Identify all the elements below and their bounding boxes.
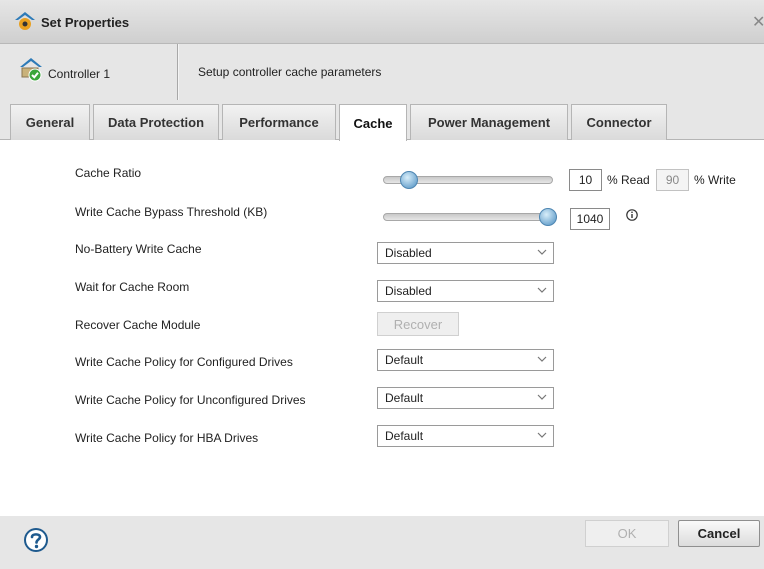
bypass-threshold-label: Write Cache Bypass Threshold (KB): [75, 205, 268, 219]
controller-gear-icon: [15, 12, 35, 30]
write-percent-unit: % Write: [694, 173, 736, 187]
help-icon[interactable]: [23, 527, 49, 553]
policy-configured-select[interactable]: Default: [377, 349, 554, 371]
tab-performance[interactable]: Performance: [222, 104, 336, 140]
cache-ratio-label: Cache Ratio: [75, 166, 142, 180]
tab-general[interactable]: General: [10, 104, 90, 140]
policy-configured-label: Write Cache Policy for Configured Drives: [75, 355, 293, 369]
window-title: Set Properties: [41, 15, 130, 30]
bypass-threshold-field[interactable]: 1040: [570, 208, 610, 230]
tab-power-management[interactable]: Power Management: [410, 104, 568, 140]
cache-ratio-slider-thumb[interactable]: [400, 171, 418, 189]
dialog-footer: OK Cancel: [0, 516, 764, 569]
title-bar: Set Properties ✕: [0, 0, 764, 44]
info-icon[interactable]: [626, 209, 638, 221]
tab-strip: General Data Protection Performance Cach…: [0, 100, 764, 141]
ok-button: OK: [585, 520, 669, 547]
no-battery-write-cache-value: Disabled: [385, 246, 432, 260]
header-description: Setup controller cache parameters: [198, 65, 382, 79]
policy-unconfigured-select[interactable]: Default: [377, 387, 554, 409]
chevron-down-icon: [537, 249, 547, 255]
policy-unconfigured-label: Write Cache Policy for Unconfigured Driv…: [75, 393, 306, 407]
policy-hba-label: Write Cache Policy for HBA Drives: [75, 431, 259, 445]
bypass-threshold-slider-track[interactable]: [383, 213, 557, 221]
read-percent-unit: % Read: [607, 173, 650, 187]
wait-for-cache-room-select[interactable]: Disabled: [377, 280, 554, 302]
chevron-down-icon: [537, 432, 547, 438]
controller-label: Controller 1: [48, 67, 111, 81]
chevron-down-icon: [537, 356, 547, 362]
policy-hba-value: Default: [385, 429, 424, 443]
bypass-threshold-slider-thumb[interactable]: [539, 208, 557, 226]
wait-for-cache-room-label: Wait for Cache Room: [75, 280, 190, 294]
read-percent-field[interactable]: 10: [569, 169, 602, 191]
chevron-down-icon: [537, 394, 547, 400]
recover-cache-module-label: Recover Cache Module: [75, 318, 201, 332]
no-battery-write-cache-select[interactable]: Disabled: [377, 242, 554, 264]
no-battery-write-cache-label: No-Battery Write Cache: [75, 242, 202, 256]
dialog-header: Controller 1 Setup controller cache para…: [0, 44, 764, 100]
tab-connector[interactable]: Connector: [571, 104, 667, 140]
write-percent-field: 90: [656, 169, 689, 191]
tab-cache[interactable]: Cache: [339, 104, 407, 141]
cancel-button[interactable]: Cancel: [678, 520, 760, 547]
header-divider: [177, 44, 179, 100]
recover-button: Recover: [377, 312, 459, 336]
policy-hba-select[interactable]: Default: [377, 425, 554, 447]
controller-ok-icon: [20, 58, 42, 82]
chevron-down-icon: [537, 287, 547, 293]
policy-configured-value: Default: [385, 353, 424, 367]
close-icon[interactable]: ✕: [752, 12, 764, 32]
tab-data-protection[interactable]: Data Protection: [93, 104, 219, 140]
wait-for-cache-room-value: Disabled: [385, 284, 432, 298]
policy-unconfigured-value: Default: [385, 391, 424, 405]
